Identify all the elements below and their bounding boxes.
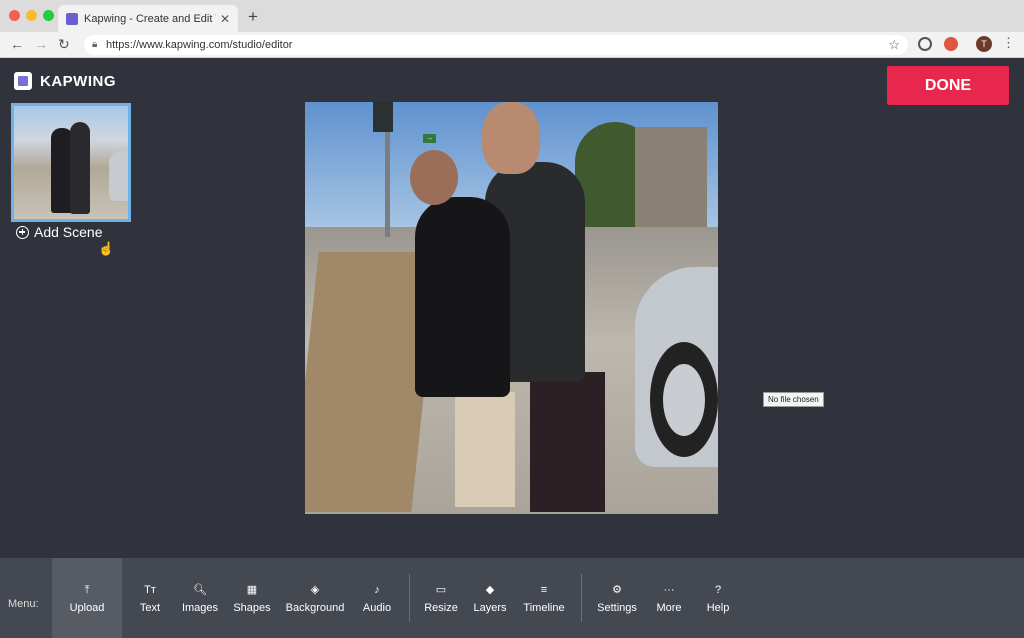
extension-target-icon[interactable] [918, 37, 932, 51]
file-tooltip: No file chosen [763, 392, 824, 407]
address-bar-row: ← → ↻ 🔒︎ https://www.kapwing.com/studio/… [0, 32, 1024, 58]
help-icon: ? [714, 584, 722, 596]
upload-label: Upload [69, 602, 105, 614]
resize-label: Resize [424, 602, 458, 614]
back-icon[interactable]: ← [10, 36, 24, 52]
paint-bucket-icon: ◈ [310, 584, 320, 596]
more-label: More [656, 602, 682, 614]
new-tab-icon[interactable]: + [248, 7, 258, 27]
timeline-button[interactable]: ≡ Timeline [518, 558, 570, 638]
more-icon: ··· [663, 584, 675, 596]
upload-button[interactable]: ⤒ Upload [52, 558, 122, 638]
photo-traffic-light [373, 102, 393, 132]
layers-icon: ◆ [485, 584, 495, 596]
kapwing-favicon-icon [66, 12, 78, 25]
minimize-window-button[interactable] [26, 10, 37, 21]
bookmark-star-icon[interactable]: ☆ [888, 35, 900, 55]
maximize-window-button[interactable] [43, 10, 54, 21]
photo-woman-head [410, 150, 458, 205]
toolbar-divider [581, 574, 582, 622]
photo-building [635, 127, 707, 227]
kapwing-logo-icon [14, 72, 32, 90]
url-text: https://www.kapwing.com/studio/editor [106, 39, 293, 51]
photo-man-head [482, 102, 540, 174]
music-note-icon: ♪ [374, 584, 380, 596]
upload-icon: ⤒ [84, 584, 90, 596]
photo-traffic-pole [385, 122, 390, 237]
menu-label: Menu: [8, 598, 39, 610]
plus-circle-icon [16, 225, 29, 239]
tab-title: Kapwing - Create and Edit Vide [84, 12, 216, 25]
bottom-menu-toolbar: Menu: ⤒ Upload Tт Text 🔍︎ Images ▦ Shape… [0, 558, 1024, 638]
hand-cursor-icon: ☝ [98, 241, 115, 256]
settings-button[interactable]: ⚙ Settings [592, 558, 642, 638]
photo-man-legs [530, 372, 605, 512]
add-scene-label: Add Scene [34, 224, 103, 240]
photo-woman [415, 197, 510, 397]
toolbar-divider [409, 574, 410, 622]
photo-woman-legs [455, 392, 515, 507]
profile-avatar[interactable]: T [976, 36, 992, 52]
text-label: Text [139, 602, 161, 614]
window-controls [9, 10, 54, 21]
tab-close-icon[interactable]: ✕ [220, 12, 230, 26]
thumbnail-car [109, 151, 128, 201]
brand-name: KAPWING [40, 72, 116, 90]
text-button[interactable]: Tт Text [130, 558, 170, 638]
timeline-label: Timeline [523, 602, 565, 614]
shapes-icon: ▦ [246, 584, 258, 596]
browser-tab-bar: Kapwing - Create and Edit Vide ✕ + [0, 0, 1024, 32]
resize-button[interactable]: ▭ Resize [420, 558, 462, 638]
browser-menu-icon[interactable]: ⋮ [1002, 35, 1015, 51]
layers-button[interactable]: ◆ Layers [468, 558, 512, 638]
add-scene-button[interactable]: Add Scene [16, 224, 103, 240]
audio-label: Audio [362, 602, 392, 614]
thumbnail-person-2 [70, 122, 90, 214]
resize-icon: ▭ [435, 584, 447, 596]
url-field[interactable]: 🔒︎ https://www.kapwing.com/studio/editor… [84, 35, 908, 55]
more-button[interactable]: ··· More [650, 558, 688, 638]
done-button[interactable]: DONE [887, 66, 1009, 105]
images-button[interactable]: 🔍︎ Images [176, 558, 224, 638]
editor-canvas-photo[interactable]: → [305, 102, 718, 514]
text-icon: Tт [144, 584, 156, 596]
scene-thumbnail[interactable] [11, 103, 131, 222]
forward-icon[interactable]: → [34, 36, 48, 52]
background-button[interactable]: ◈ Background [282, 558, 348, 638]
close-window-button[interactable] [9, 10, 20, 21]
photo-car-rim [663, 364, 705, 436]
help-label: Help [706, 602, 730, 614]
shapes-button[interactable]: ▦ Shapes [228, 558, 276, 638]
shapes-label: Shapes [233, 602, 271, 614]
lock-icon: 🔒︎ [92, 39, 98, 50]
photo-street-sign: → [423, 134, 436, 143]
background-label: Background [285, 602, 345, 614]
extension-red-icon[interactable] [944, 37, 958, 51]
search-icon: 🔍︎ [193, 584, 207, 596]
audio-button[interactable]: ♪ Audio [356, 558, 398, 638]
settings-label: Settings [597, 602, 637, 614]
layers-label: Layers [473, 602, 507, 614]
timeline-icon: ≡ [540, 584, 548, 596]
gear-icon: ⚙ [612, 584, 622, 596]
kapwing-logo[interactable]: KAPWING [14, 72, 116, 90]
images-label: Images [181, 602, 219, 614]
reload-icon[interactable]: ↻ [58, 36, 70, 53]
browser-tab[interactable]: Kapwing - Create and Edit Vide ✕ [58, 5, 238, 32]
editor-workspace: KAPWING DONE Add Scene ☝ → No file chose… [0, 58, 1024, 558]
help-button[interactable]: ? Help [700, 558, 736, 638]
